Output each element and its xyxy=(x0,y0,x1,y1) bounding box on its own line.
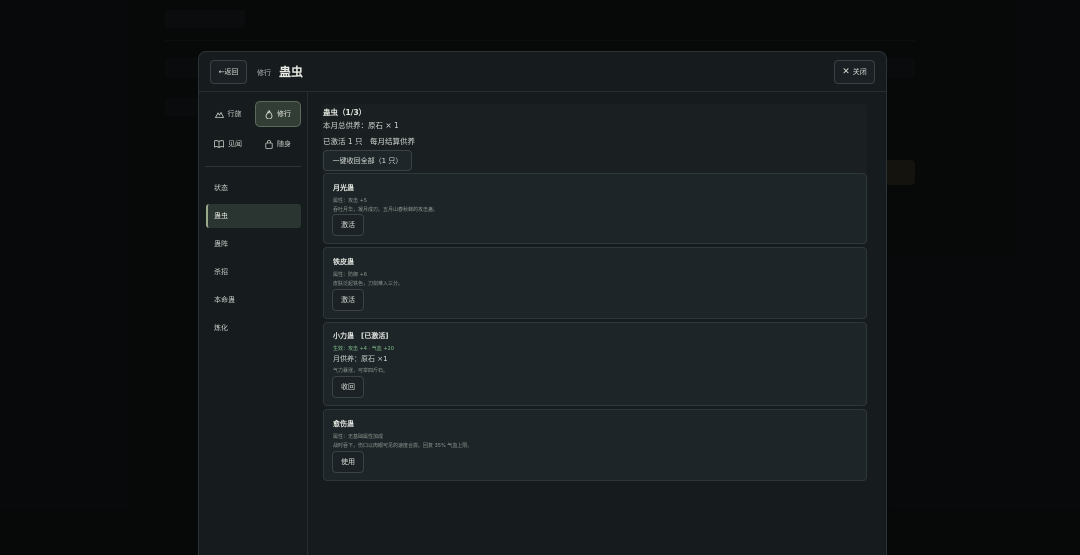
modal-header: ←返回 修行 蛊虫 ✕ 关闭 xyxy=(199,52,886,92)
sidebar-item-gu[interactable]: 蛊虫 xyxy=(206,204,301,228)
gu-feed: 月供养：原石 ×1 xyxy=(333,355,388,363)
active-info: 已激活 1 只 每月结算供养 xyxy=(323,137,416,146)
gu-description: 气力暴涨，可举四斤石。 xyxy=(333,368,389,374)
gu-name: 铁皮蛊 xyxy=(333,258,354,266)
gu-attribute: 属性：无基础属性加成 xyxy=(333,434,384,440)
tab-cultivation[interactable]: 修行 xyxy=(255,101,301,127)
close-button[interactable]: ✕ 关闭 xyxy=(834,60,875,84)
gu-card-heal: 愈伤蛊 属性：无基础属性加成 战时吞下，伤口以肉眼可见的速度合拢。回复 35% … xyxy=(323,409,867,481)
close-label: 关闭 xyxy=(852,68,867,76)
sidebar: 行旅 修行 见闻 随身 状态 蛊虫 蛊阵 杀招 本命蛊 炼化 xyxy=(199,92,308,555)
gu-description: 皮肤泛起铁色，刀剑难入三分。 xyxy=(333,281,404,287)
book-icon xyxy=(214,140,224,148)
feed-total: 本月总供养：原石 × 1 xyxy=(323,121,399,130)
recall-button[interactable]: 收回 xyxy=(332,376,364,398)
tab-knowledge-label: 见闻 xyxy=(228,140,242,148)
sidebar-item-vital-gu[interactable]: 本命蛊 xyxy=(206,288,301,312)
sidebar-item-refine[interactable]: 炼化 xyxy=(206,316,301,340)
tab-travel[interactable]: 行旅 xyxy=(205,101,251,127)
page-title: 蛊虫 xyxy=(279,65,304,79)
gu-description: 战时吞下，伤口以肉眼可见的速度合拢。回复 35% 气血上限。 xyxy=(333,443,473,449)
mountain-icon xyxy=(214,111,224,118)
gu-name: 月光蛊 xyxy=(333,184,354,192)
bag-icon xyxy=(265,139,273,149)
cultivation-modal: ←返回 修行 蛊虫 ✕ 关闭 行旅 修行 见闻 随身 状态 蛊虫 蛊阵 杀招 本… xyxy=(198,51,887,555)
gu-card-iron-skin: 铁皮蛊 属性：防御 +6 皮肤泛起铁色，刀剑难入三分。 激活 xyxy=(323,247,867,319)
tab-inventory[interactable]: 随身 xyxy=(255,131,301,157)
gu-attribute: 属性：防御 +6 xyxy=(333,272,367,278)
breadcrumb: 修行 xyxy=(257,69,271,77)
tab-cultivation-label: 修行 xyxy=(277,110,291,118)
back-button[interactable]: ←返回 xyxy=(210,60,247,84)
recall-all-button[interactable]: 一键收回全部（1 只） xyxy=(323,150,412,171)
gu-name: 愈伤蛊 xyxy=(333,420,354,428)
close-icon: ✕ xyxy=(842,67,850,77)
gu-card-small-strength: 小力蛊 [已激活] 生效：攻击 +4 · 气血 +20 月供养：原石 ×1 气力… xyxy=(323,322,867,406)
main-content: 蛊虫（1/3） 本月总供养：原石 × 1 已激活 1 只 每月结算供养 一键收回… xyxy=(309,92,886,555)
activate-button[interactable]: 激活 xyxy=(332,214,364,236)
flame-icon xyxy=(265,109,273,119)
gu-effect: 生效：攻击 +4 · 气血 +20 xyxy=(333,346,394,352)
sidebar-divider xyxy=(205,166,301,167)
sidebar-item-status[interactable]: 状态 xyxy=(206,176,301,200)
gu-name: 小力蛊 [已激活] xyxy=(333,332,389,340)
tab-travel-label: 行旅 xyxy=(227,110,242,118)
activate-button[interactable]: 激活 xyxy=(332,289,364,311)
tab-inventory-label: 随身 xyxy=(277,140,291,148)
tab-knowledge[interactable]: 见闻 xyxy=(205,131,251,157)
gu-description: 吞吐月华，凝月成刃。五月山春秋蝉的攻击蛊。 xyxy=(333,207,439,213)
use-button[interactable]: 使用 xyxy=(332,451,364,473)
sidebar-item-killer-move[interactable]: 杀招 xyxy=(206,260,301,284)
gu-attribute: 属性：攻击 +5 xyxy=(333,198,367,204)
sidebar-item-formation[interactable]: 蛊阵 xyxy=(206,232,301,256)
summary-title: 蛊虫（1/3） xyxy=(323,108,367,117)
gu-card-moonlight: 月光蛊 属性：攻击 +5 吞吐月华，凝月成刃。五月山春秋蝉的攻击蛊。 激活 xyxy=(323,173,867,244)
